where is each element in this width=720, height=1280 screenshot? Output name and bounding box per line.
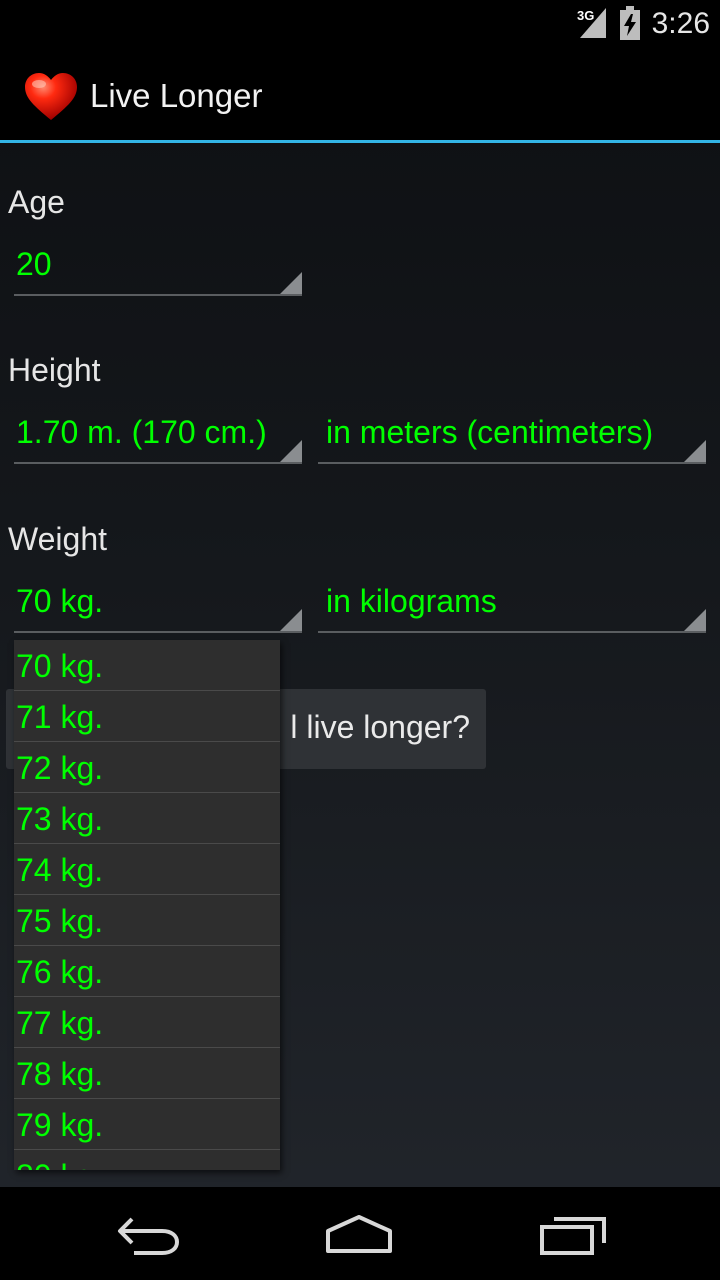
list-item[interactable]: 71 kg.	[14, 691, 280, 742]
clock: 3:26	[651, 7, 710, 40]
list-item[interactable]: 80 kg.	[14, 1150, 280, 1170]
weight-value-spinner[interactable]: 70 kg.	[14, 575, 302, 633]
action-bar: Live Longer	[0, 48, 720, 143]
list-item[interactable]: 77 kg.	[14, 997, 280, 1048]
status-bar: 3G 3:26	[0, 0, 720, 48]
weight-unit: in kilograms	[326, 583, 497, 619]
dropdown-arrow-icon	[280, 272, 302, 294]
weight-value: 70 kg.	[16, 583, 104, 619]
dropdown-arrow-icon	[684, 440, 706, 462]
weight-dropdown-list[interactable]: 70 kg. 71 kg. 72 kg. 73 kg. 74 kg. 75 kg…	[14, 640, 280, 1170]
dropdown-arrow-icon	[684, 609, 706, 631]
svg-text:3G: 3G	[577, 8, 594, 23]
age-spinner[interactable]: 20	[14, 238, 302, 296]
list-item[interactable]: 78 kg.	[14, 1048, 280, 1099]
list-item[interactable]: 79 kg.	[14, 1099, 280, 1150]
list-item[interactable]: 74 kg.	[14, 844, 280, 895]
height-unit-spinner[interactable]: in meters (centimeters)	[318, 406, 706, 464]
age-value: 20	[16, 246, 52, 282]
list-item[interactable]: 73 kg.	[14, 793, 280, 844]
dropdown-arrow-icon	[280, 609, 302, 631]
app-title: Live Longer	[90, 77, 263, 114]
dropdown-arrow-icon	[280, 440, 302, 462]
age-label: Age	[8, 184, 65, 220]
height-unit: in meters (centimeters)	[326, 414, 654, 450]
battery-charging-icon	[620, 6, 640, 40]
list-item[interactable]: 70 kg.	[14, 640, 280, 691]
screen: 3G 3:26 Live Longer Age 20 Height 1.70 m…	[0, 0, 720, 1280]
recent-apps-icon[interactable]	[538, 1211, 608, 1257]
height-value-spinner[interactable]: 1.70 m. (170 cm.)	[14, 406, 302, 464]
signal-3g-icon: 3G	[577, 8, 606, 38]
heart-icon	[25, 73, 77, 120]
back-icon[interactable]	[116, 1211, 182, 1257]
home-icon[interactable]	[324, 1211, 394, 1257]
list-item[interactable]: 75 kg.	[14, 895, 280, 946]
weight-label: Weight	[8, 521, 108, 557]
height-value: 1.70 m. (170 cm.)	[16, 414, 267, 450]
height-label: Height	[8, 352, 101, 388]
list-item[interactable]: 72 kg.	[14, 742, 280, 793]
list-item[interactable]: 76 kg.	[14, 946, 280, 997]
navigation-bar	[0, 1187, 720, 1280]
weight-unit-spinner[interactable]: in kilograms	[318, 575, 706, 633]
